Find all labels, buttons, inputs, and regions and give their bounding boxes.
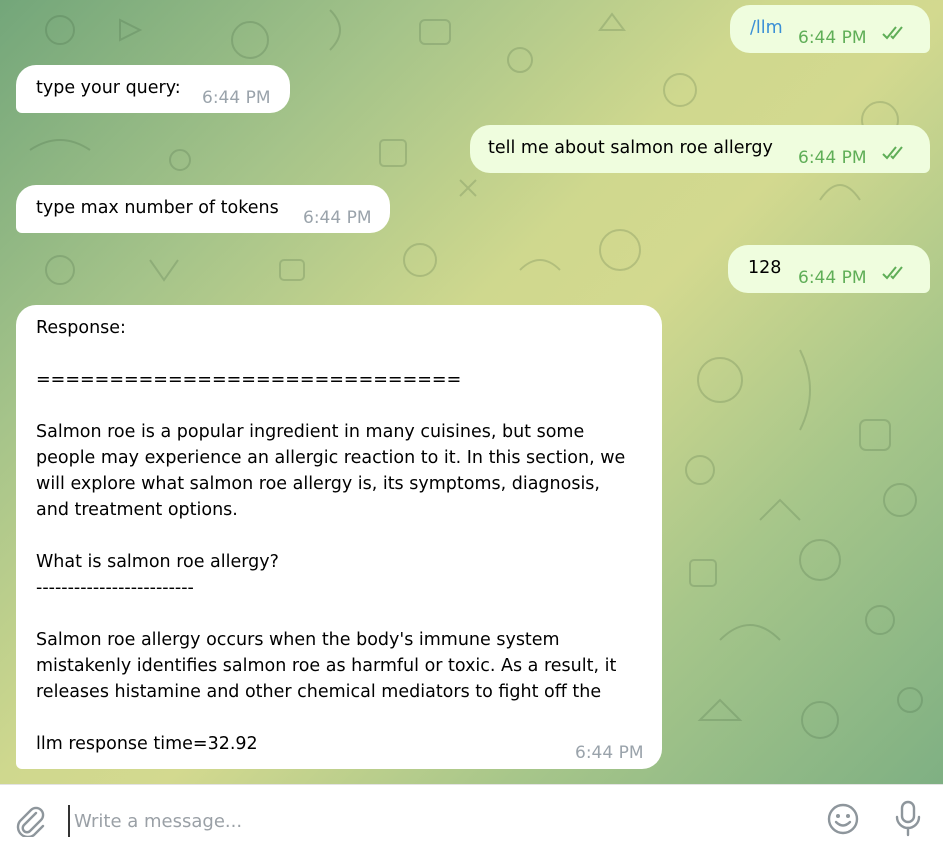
read-double-check-icon [882,146,903,160]
message-time: 6:44 PM [202,88,271,108]
message-text: type your query: [36,78,181,98]
message-input[interactable] [68,805,796,837]
message-text: type max number of tokens [36,198,279,218]
read-double-check-icon [882,266,903,280]
message-bubble-incoming[interactable]: Response: ============================= … [16,305,662,769]
message-bubble-incoming[interactable]: type max number of tokens 6:44 PM [16,185,390,233]
smiley-icon[interactable] [826,802,860,836]
message-time: 6:44 PM [798,28,867,48]
message-time: 6:44 PM [303,208,372,228]
message-bubble-outgoing[interactable]: tell me about salmon roe allergy 6:44 PM [470,125,930,173]
message-text: Response: ============================= … [36,318,626,754]
message-time: 6:44 PM [575,743,644,763]
message-text: 128 [748,258,782,278]
message-time: 6:44 PM [798,268,867,288]
microphone-icon[interactable] [893,800,923,838]
message-text: tell me about salmon roe allergy [488,138,773,158]
read-double-check-icon [882,26,903,40]
paperclip-icon[interactable] [14,803,46,837]
message-text: /llm [750,18,783,38]
message-bubble-outgoing[interactable]: /llm 6:44 PM [730,5,930,53]
message-bubble-incoming[interactable]: type your query: 6:44 PM [16,65,290,113]
message-time: 6:44 PM [798,148,867,168]
chat-history[interactable]: /llm 6:44 PM type your query: 6:44 PM te… [0,0,943,784]
message-bubble-outgoing[interactable]: 128 6:44 PM [728,245,930,293]
message-composer [0,784,943,854]
